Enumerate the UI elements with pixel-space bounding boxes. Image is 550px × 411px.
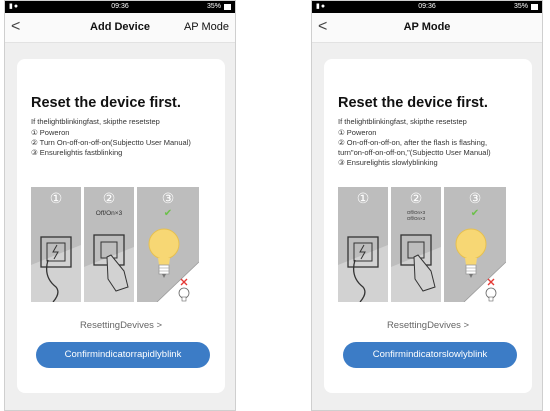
illustration-panel-power: ① bbox=[31, 187, 81, 302]
step-item: ③ Ensurelightis slowlyblinking bbox=[338, 158, 438, 167]
status-time: 09:36 bbox=[111, 3, 129, 10]
card-intro: If thelightblinkingfast, skipthe resetst… bbox=[31, 117, 160, 126]
phone-screen-left: ▮● 09:36 35% < Add Device AP Mode Reset … bbox=[4, 0, 236, 411]
phone-screen-right: ▮● 09:36 35% < AP Mode Reset the device … bbox=[311, 0, 543, 411]
status-time: 09:36 bbox=[418, 3, 436, 10]
lightbulb-icon bbox=[148, 228, 199, 302]
step-item: ① Poweron bbox=[338, 128, 377, 137]
plug-socket-icon bbox=[338, 236, 388, 302]
illustration-panel-bulb: ③ ✔ bbox=[444, 187, 506, 302]
ap-mode-link[interactable]: AP Mode bbox=[184, 21, 229, 33]
step-item: turn"on-off-on-off-on,"(Subjectto User M… bbox=[338, 148, 491, 157]
step-item: ① Poweron bbox=[31, 128, 70, 137]
nav-bar: < Add Device AP Mode bbox=[5, 13, 235, 43]
resetting-devices-link[interactable]: ResettingDevives > bbox=[17, 320, 225, 331]
page-title: AP Mode bbox=[403, 21, 451, 33]
battery-percent: 35% bbox=[206, 3, 221, 10]
step-item: ③ Ensurelightis fastblinking bbox=[31, 148, 123, 157]
status-bar: ▮● 09:36 35% bbox=[312, 1, 542, 13]
reset-illustration: ① ② Off/On×3 ③ ✔ bbox=[31, 187, 199, 302]
confirm-rapid-blink-button[interactable]: Confirmindicatorrapidlyblink bbox=[36, 342, 210, 368]
steps-list: ① Poweron ② Turn On-off-on-off-on(Subjec… bbox=[31, 128, 221, 158]
steps-list: ① Poweron ② On-off-on-off-on, after the … bbox=[338, 128, 528, 168]
illustration-panel-power: ① bbox=[338, 187, 388, 302]
illustration-panel-switch: ② Off/On×3 Off/On×3 bbox=[391, 187, 441, 302]
reset-illustration: ① ② Off/On×3 Off/On×3 ③ ✔ bbox=[338, 187, 506, 302]
card-title: Reset the device first. bbox=[31, 95, 181, 111]
battery-percent: 35% bbox=[513, 3, 528, 10]
status-bar: ▮● 09:36 35% bbox=[5, 1, 235, 13]
switch-hand-icon bbox=[391, 234, 441, 302]
battery-icon bbox=[531, 4, 538, 10]
reset-card: Reset the device first. If thelightblink… bbox=[17, 59, 225, 393]
step-item: ② On-off-on-off-on, after the flash is f… bbox=[338, 138, 488, 147]
confirm-slow-blink-button[interactable]: Confirmindicatorslowlyblink bbox=[343, 342, 517, 368]
step-item: ② Turn On-off-on-off-on(Subjectto User M… bbox=[31, 138, 191, 147]
card-intro: If thelightblinkingfast, skipthe resetst… bbox=[338, 117, 467, 126]
nav-bar: < AP Mode bbox=[312, 13, 542, 43]
lightbulb-icon bbox=[455, 228, 506, 302]
card-title: Reset the device first. bbox=[338, 95, 488, 111]
illustration-panel-switch: ② Off/On×3 bbox=[84, 187, 134, 302]
illustration-panel-bulb: ③ ✔ bbox=[137, 187, 199, 302]
reset-card: Reset the device first. If thelightblink… bbox=[324, 59, 532, 393]
plug-socket-icon bbox=[31, 236, 81, 302]
resetting-devices-link[interactable]: ResettingDevives > bbox=[324, 320, 532, 331]
switch-hand-icon bbox=[84, 234, 134, 302]
battery-icon bbox=[224, 4, 231, 10]
